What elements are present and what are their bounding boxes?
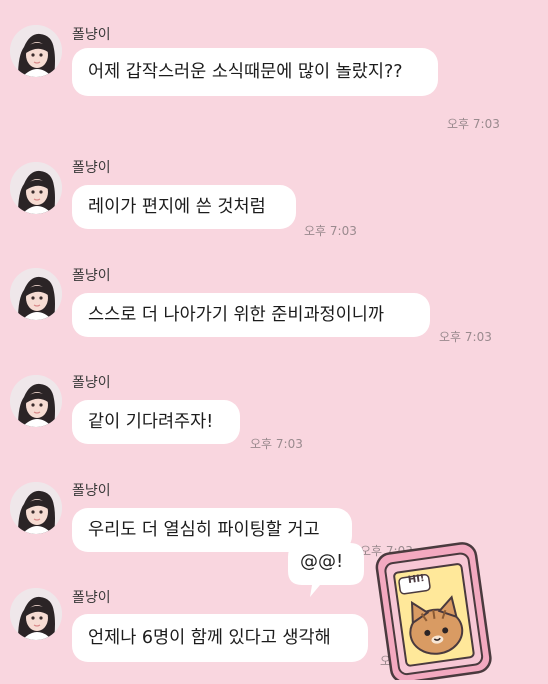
avatar[interactable] [10, 25, 62, 77]
phone-sticker[interactable]: @@! HI! [280, 535, 548, 684]
message-bubble: 스스로 더 나아가기 위한 준비과정이니까 [72, 293, 430, 337]
sender-name: 폴냥이 [72, 483, 111, 499]
sender-name: 폴냥이 [72, 27, 111, 43]
avatar[interactable] [10, 482, 62, 534]
message-bubble: 어제 갑작스러운 소식때문에 많이 놀랐지?? [72, 48, 438, 96]
sticker-speech-text: @@! [300, 551, 344, 572]
message-timestamp: 오후 7:03 [250, 437, 303, 451]
avatar[interactable] [10, 268, 62, 320]
sender-name: 폴냥이 [72, 590, 111, 606]
message-bubble: 레이가 편지에 쓴 것처럼 [72, 185, 296, 229]
sticker-screen-text: HI! [407, 572, 426, 587]
message-timestamp: 오후 7:03 [439, 330, 492, 344]
avatar[interactable] [10, 162, 62, 214]
avatar[interactable] [10, 588, 62, 640]
message-timestamp: 오후 7:03 [304, 224, 357, 238]
sender-name: 폴냥이 [72, 268, 111, 284]
sender-name: 폴냥이 [72, 375, 111, 391]
message-bubble: 같이 기다려주자! [72, 400, 240, 444]
avatar[interactable] [10, 375, 62, 427]
sender-name: 폴냥이 [72, 160, 111, 176]
message-timestamp: 오후 7:03 [447, 117, 500, 131]
